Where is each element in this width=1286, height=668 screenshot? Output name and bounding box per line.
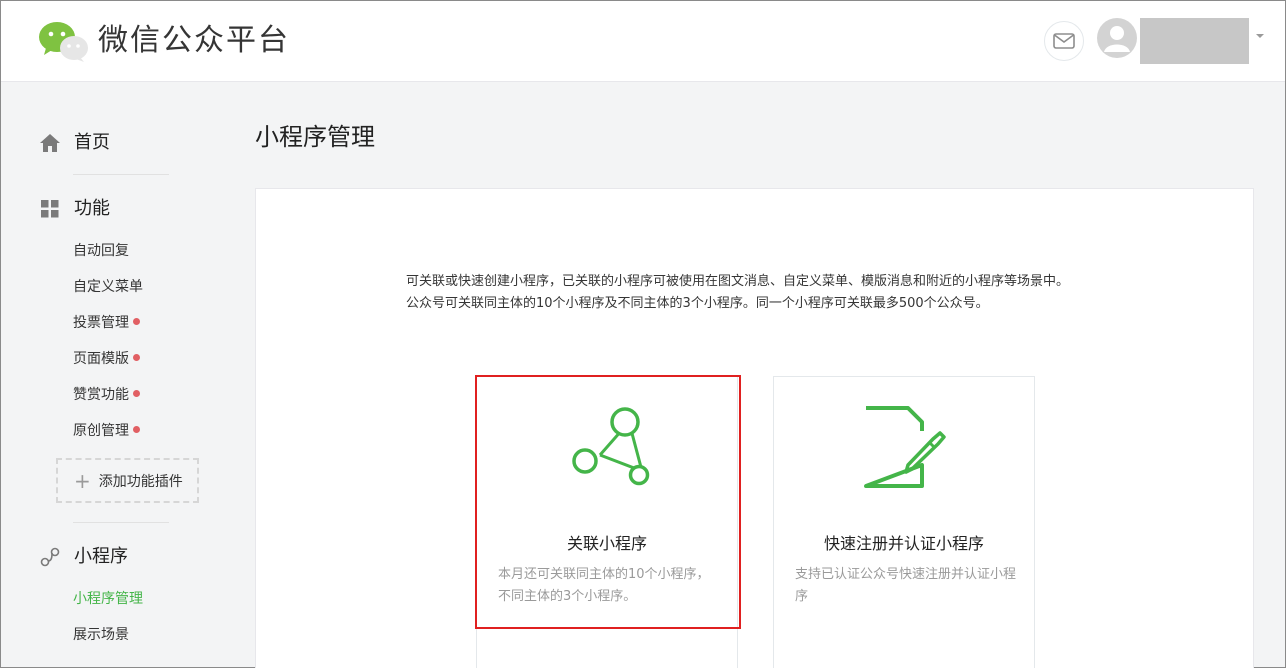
new-badge-dot — [133, 318, 140, 325]
sidebar-item-miniprogram-manage[interactable]: 小程序管理 — [73, 589, 143, 609]
quick-register-card[interactable]: 快速注册并认证小程序 支持已认证公众号快速注册并认证小程序 — [773, 376, 1035, 668]
sidebar-item-label: 展示场景 — [73, 627, 129, 643]
sidebar-item-scenes[interactable]: 展示场景 — [73, 625, 129, 645]
new-badge-dot — [133, 426, 140, 433]
sidebar-item-label: 小程序管理 — [73, 591, 143, 607]
user-avatar[interactable] — [1097, 18, 1137, 58]
description-line-1: 可关联或快速创建小程序，已关联的小程序可被使用在图文消息、自定义菜单、模版消息和… — [406, 274, 1070, 289]
sidebar-item-auto-reply[interactable]: 自动回复 — [73, 241, 129, 261]
sidebar-item-original[interactable]: 原创管理 — [73, 421, 140, 441]
sidebar-item-label: 自动回复 — [73, 243, 129, 259]
link-miniprogram-card[interactable]: 关联小程序 本月还可关联同主体的10个小程序，不同主体的3个小程序。 — [475, 375, 741, 668]
home-icon — [40, 134, 60, 152]
user-avatar-icon — [1104, 26, 1130, 52]
page-title: 小程序管理 — [255, 123, 375, 151]
sidebar-item-label: 投票管理 — [73, 315, 129, 331]
divider — [73, 522, 169, 523]
card-title: 快速注册并认证小程序 — [823, 534, 984, 553]
card-title: 关联小程序 — [566, 534, 647, 553]
description: 可关联或快速创建小程序，已关联的小程序可被使用在图文消息、自定义菜单、模版消息和… — [406, 271, 1106, 315]
main-panel: 可关联或快速创建小程序，已关联的小程序可被使用在图文消息、自定义菜单、模版消息和… — [255, 188, 1254, 668]
document-edit-icon — [864, 406, 946, 488]
sidebar-item-label: 自定义菜单 — [73, 279, 143, 295]
mail-button[interactable] — [1044, 21, 1084, 61]
sidebar-item-custom-menu[interactable]: 自定义菜单 — [73, 277, 143, 297]
sidebar-item-label: 页面模版 — [73, 351, 129, 367]
sidebar: 首页 功能 自动回复 自定义菜单 投票管理 页面模版 赞赏功能 原创管理 + 添… — [1, 83, 231, 668]
new-badge-dot — [133, 354, 140, 361]
sidebar-item-vote[interactable]: 投票管理 — [73, 313, 140, 333]
card-description: 本月还可关联同主体的10个小程序，不同主体的3个小程序。 — [498, 567, 710, 604]
link-nodes-icon — [572, 407, 650, 486]
new-badge-dot — [133, 390, 140, 397]
link-icon — [40, 547, 60, 567]
account-name-redacted[interactable] — [1140, 18, 1249, 64]
divider — [73, 174, 169, 175]
sidebar-item-reward[interactable]: 赞赏功能 — [73, 385, 140, 405]
top-header: 微信公众平台 — [1, 1, 1285, 82]
description-line-2: 公众号可关联同主体的10个小程序及不同主体的3个小程序。同一个小程序可关联最多5… — [406, 296, 989, 311]
add-plugin-button[interactable]: + 添加功能插件 — [56, 458, 199, 503]
sidebar-item-label: 赞赏功能 — [73, 387, 129, 403]
sidebar-item-page-template[interactable]: 页面模版 — [73, 349, 140, 369]
platform-title: 微信公众平台 — [98, 23, 290, 58]
plus-icon: + — [74, 468, 91, 493]
sidebar-item-label: 原创管理 — [73, 423, 129, 439]
sidebar-item-label: 小程序 — [74, 546, 128, 567]
add-plugin-label: 添加功能插件 — [98, 473, 183, 490]
sidebar-item-label: 首页 — [74, 132, 110, 153]
wechat-logo-icon[interactable] — [38, 21, 90, 63]
grid-icon — [41, 200, 59, 218]
sidebar-item-label: 功能 — [74, 198, 110, 219]
mail-icon — [1053, 33, 1075, 49]
card-description: 支持已认证公众号快速注册并认证小程序 — [795, 567, 1017, 604]
caret-down-icon[interactable] — [1256, 34, 1264, 38]
